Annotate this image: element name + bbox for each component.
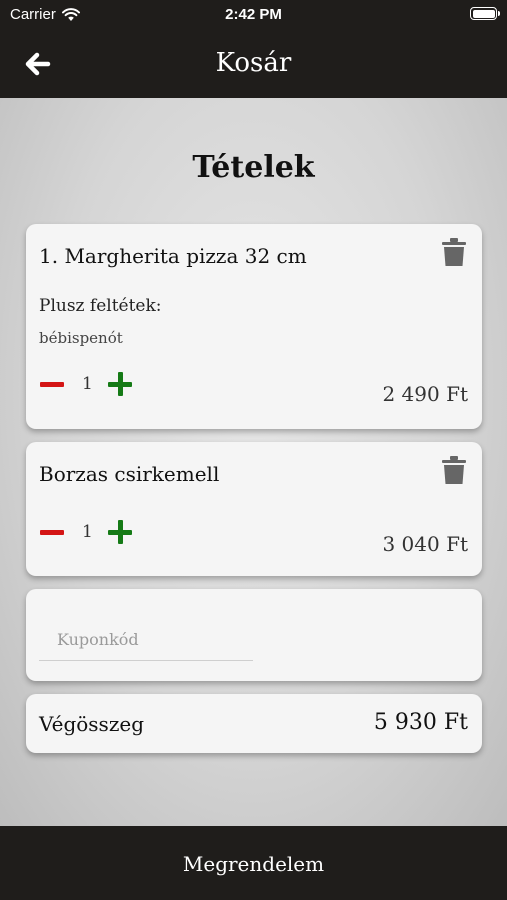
- total-label: Végösszeg: [39, 712, 144, 736]
- cart-item: 1. Margherita pizza 32 cm Plusz feltétek…: [26, 224, 482, 429]
- extras-label: Plusz feltétek:: [39, 296, 162, 316]
- item-price: 2 490 Ft: [382, 382, 468, 406]
- total-card: Végösszeg 5 930 Ft: [26, 694, 482, 753]
- quantity-value: 1: [82, 522, 93, 542]
- item-name: Borzas csirkemell: [39, 462, 220, 486]
- battery-icon: [470, 7, 500, 20]
- page-title: Kosár: [215, 48, 292, 78]
- place-order-label: Megrendelem: [182, 852, 325, 876]
- item-price: 3 040 Ft: [382, 532, 468, 556]
- decrease-quantity-button[interactable]: [40, 382, 64, 387]
- quantity-value: 1: [82, 374, 93, 394]
- trash-icon: [442, 456, 466, 484]
- items-heading: Tételek: [192, 150, 315, 185]
- coupon-code-input[interactable]: [39, 619, 253, 661]
- delete-item-button[interactable]: [442, 238, 466, 266]
- cart-item: Borzas csirkemell 1 3 040 Ft: [26, 442, 482, 576]
- delete-item-button[interactable]: [442, 456, 466, 484]
- increase-quantity-button[interactable]: [108, 372, 132, 396]
- status-bar: Carrier 2:42 PM: [0, 0, 507, 30]
- cart-content: Tételek 1. Margherita pizza 32 cm Plusz …: [0, 98, 507, 826]
- decrease-quantity-button[interactable]: [40, 530, 64, 535]
- item-name: 1. Margherita pizza 32 cm: [39, 244, 307, 268]
- clock: 2:42 PM: [225, 6, 282, 23]
- nav-bar: Kosár: [0, 30, 507, 98]
- extras-value: bébispenót: [39, 329, 123, 347]
- increase-quantity-button[interactable]: [108, 520, 132, 544]
- trash-icon: [442, 238, 466, 266]
- place-order-button[interactable]: Megrendelem: [0, 826, 507, 900]
- total-value: 5 930 Ft: [373, 710, 468, 735]
- coupon-card: [26, 589, 482, 681]
